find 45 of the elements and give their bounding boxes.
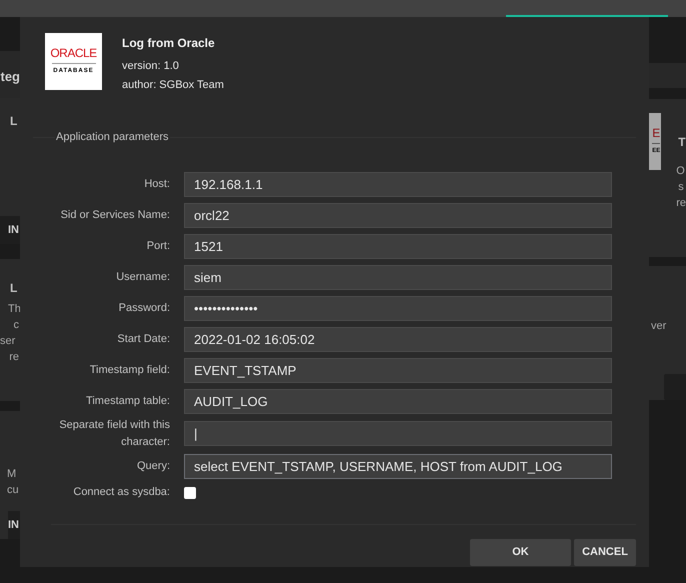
text-field[interactable]: 2022-01-02 16:05:02 xyxy=(184,326,612,352)
text-field[interactable]: orcl22 xyxy=(184,202,612,228)
heading-text: teg xyxy=(0,68,20,86)
text-field[interactable]: •••••••••••••• xyxy=(184,296,612,320)
field-label: Sid or Services Name: xyxy=(60,208,171,222)
logo-brand: ORACLE xyxy=(50,47,97,60)
section-legend: Application parameters xyxy=(55,129,170,146)
card-description: cu xyxy=(7,483,20,498)
field-label: Separate field with this character: xyxy=(58,418,171,450)
field-label: Password: xyxy=(118,300,171,316)
text-field[interactable]: | xyxy=(184,421,612,446)
field-label: Timestamp table: xyxy=(85,394,171,408)
field-label: Timestamp field: xyxy=(88,362,171,378)
card-description: M xyxy=(7,467,18,482)
dialog-button[interactable]: CANCEL xyxy=(574,538,636,566)
field-label: Query: xyxy=(136,458,171,474)
card-description: Th xyxy=(7,302,20,317)
card-description: ver xyxy=(650,319,668,334)
dialog-button[interactable]: OK xyxy=(470,538,571,566)
card-title: L xyxy=(10,280,18,297)
text-field[interactable]: 1521 xyxy=(184,234,612,258)
card-description: re xyxy=(9,350,19,365)
text-field[interactable]: select EVENT_TSTAMP, USERNAME, HOST from AUDIT_LOG xyxy=(184,454,612,478)
sysdba-checkbox[interactable] xyxy=(184,486,196,498)
field-label: Connect as sysdba: xyxy=(72,485,171,500)
author-text: author: SGBox Team xyxy=(122,78,224,92)
app-title: Log from Oracle xyxy=(122,35,216,52)
card-title: T xyxy=(678,134,686,151)
card-description: c xyxy=(14,318,19,333)
text-field[interactable]: siem xyxy=(184,264,612,290)
field-label: Username: xyxy=(115,270,171,284)
version-text: version: 1.0 xyxy=(122,59,180,74)
card-description: ser xyxy=(0,334,16,349)
field-label: Start Date: xyxy=(116,332,171,346)
install-button[interactable]: IN xyxy=(8,510,20,539)
field-label: Host: xyxy=(143,176,171,192)
text-field[interactable]: EVENT_TSTAMP xyxy=(184,358,612,382)
card-description: s xyxy=(677,180,685,195)
text-field[interactable]: AUDIT_LOG xyxy=(184,388,612,414)
logo-brand: E xyxy=(652,127,660,140)
card-description: re xyxy=(676,196,686,211)
text-field[interactable]: 192.168.1.1 xyxy=(184,172,612,196)
card-title: L xyxy=(10,113,18,130)
card-description: O xyxy=(676,164,686,179)
field-label: Port: xyxy=(146,238,171,254)
